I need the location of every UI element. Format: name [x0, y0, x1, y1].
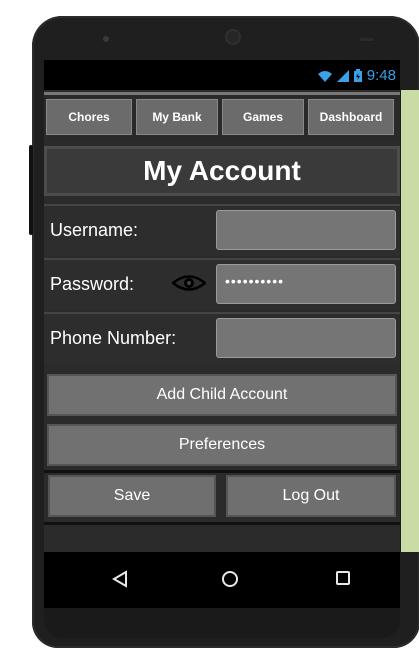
- speaker: [103, 36, 109, 42]
- tab-my-bank[interactable]: My Bank: [136, 99, 218, 135]
- tab-games[interactable]: Games: [222, 99, 304, 135]
- eye-icon[interactable]: [172, 274, 206, 292]
- preferences-button[interactable]: Preferences: [47, 424, 397, 466]
- password-row: Password: ••••••••••: [44, 258, 400, 310]
- phone-row: Phone Number:: [44, 312, 400, 364]
- device-chin: [44, 608, 400, 638]
- add-child-account-button[interactable]: Add Child Account: [47, 374, 397, 416]
- username-label: Username:: [50, 220, 139, 240]
- divider-bottom: [44, 522, 400, 525]
- back-icon[interactable]: [112, 570, 128, 588]
- status-bar: 9:48: [44, 60, 400, 90]
- side-strip: [401, 90, 419, 552]
- page-title: My Account: [44, 146, 400, 196]
- tab-bar: Chores My Bank Games Dashboard: [44, 92, 400, 141]
- username-field[interactable]: [216, 210, 396, 250]
- wifi-icon: [317, 70, 332, 82]
- tab-chores[interactable]: Chores: [46, 99, 132, 135]
- username-row: Username:: [44, 204, 400, 256]
- phone-field[interactable]: [216, 318, 396, 358]
- recents-icon[interactable]: [335, 570, 351, 586]
- camera: [227, 31, 239, 43]
- signal-icon: [336, 69, 349, 82]
- navigation-bar: [44, 552, 400, 608]
- save-button[interactable]: Save: [48, 475, 216, 517]
- side-button: [29, 145, 33, 235]
- status-time: 9:48: [366, 67, 396, 84]
- password-label: Password:: [50, 274, 135, 294]
- home-icon[interactable]: [221, 570, 239, 588]
- password-field[interactable]: ••••••••••: [216, 264, 396, 304]
- logout-button[interactable]: Log Out: [226, 475, 396, 517]
- battery-icon: [353, 69, 362, 82]
- screen: 9:48 Chores My Bank Games Dashboard My A…: [44, 60, 400, 552]
- divider: [44, 470, 400, 473]
- phone-label: Phone Number:: [50, 328, 177, 348]
- tab-dashboard[interactable]: Dashboard: [308, 99, 394, 135]
- app-content: Chores My Bank Games Dashboard My Accoun…: [44, 90, 400, 552]
- sensor: [360, 38, 374, 41]
